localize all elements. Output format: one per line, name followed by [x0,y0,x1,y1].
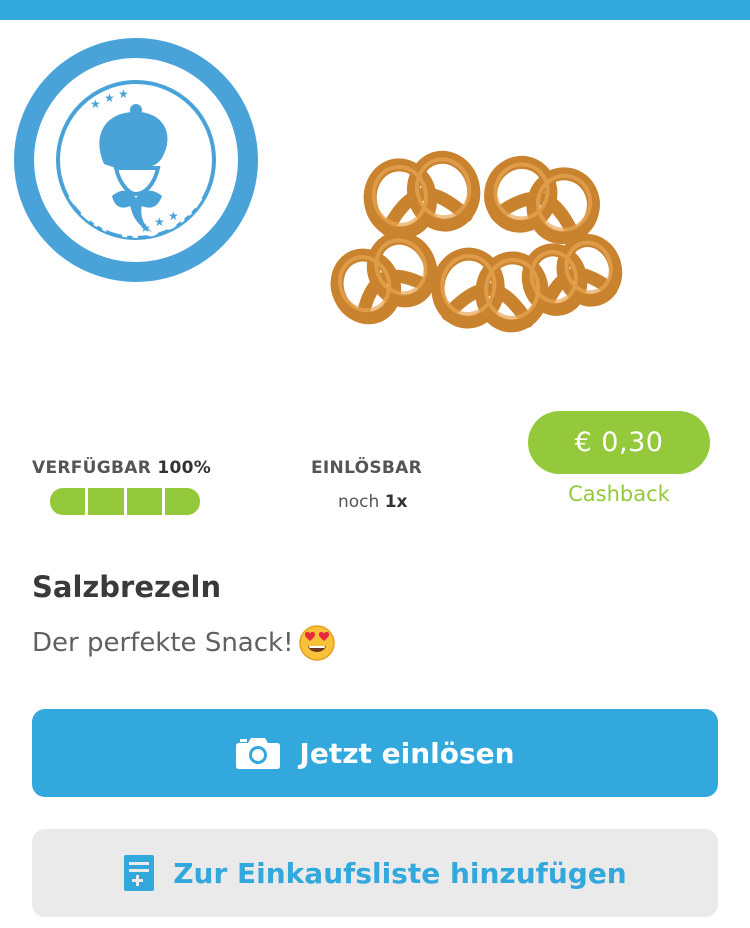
redeem-now-button[interactable]: Jetzt einlösen [32,709,718,797]
redeemable-prefix: noch [338,492,380,512]
redeemable-count-value: 1x [384,492,408,512]
redeem-now-label: Jetzt einlösen [299,736,515,770]
availability-segment [88,488,124,515]
availability-bar [50,488,200,515]
svg-text:★: ★ [90,97,101,111]
heart-eyes-emoji [298,625,335,661]
product-description-text: Der perfekte Snack! [32,628,294,658]
availability-segment [126,488,162,515]
product-title: Salzbrezeln [32,570,222,604]
availability-segment [164,488,200,515]
cashback-label: Cashback [568,482,670,506]
add-to-shopping-list-label: Zur Einkaufsliste hinzufügen [173,856,627,890]
availability-value: 100% [157,458,212,478]
svg-text:★: ★ [118,87,129,101]
camera-icon [236,738,281,769]
redeemable-count: noch 1x [338,492,408,512]
redeemable-label: EINLÖSBAR [311,458,422,478]
shopping-list-icon [124,855,155,891]
availability-segment [50,488,86,515]
product-description: Der perfekte Snack! [32,624,336,662]
svg-text:★: ★ [104,91,115,105]
pretzels-image [330,150,623,333]
availability-label-text: VERFÜGBAR [32,458,152,478]
svg-text:★: ★ [168,209,179,223]
svg-text:★: ★ [154,215,165,229]
cashback-amount-badge: € 0,30 [528,411,710,474]
deal-of-the-week-badge: MARKTGURU-DEAL DER WOCHE ★★★ ★★★ [14,38,258,282]
add-to-shopping-list-button[interactable]: Zur Einkaufsliste hinzufügen [32,829,718,917]
availability-label: VERFÜGBAR 100% [32,458,211,478]
top-bar [0,0,750,20]
